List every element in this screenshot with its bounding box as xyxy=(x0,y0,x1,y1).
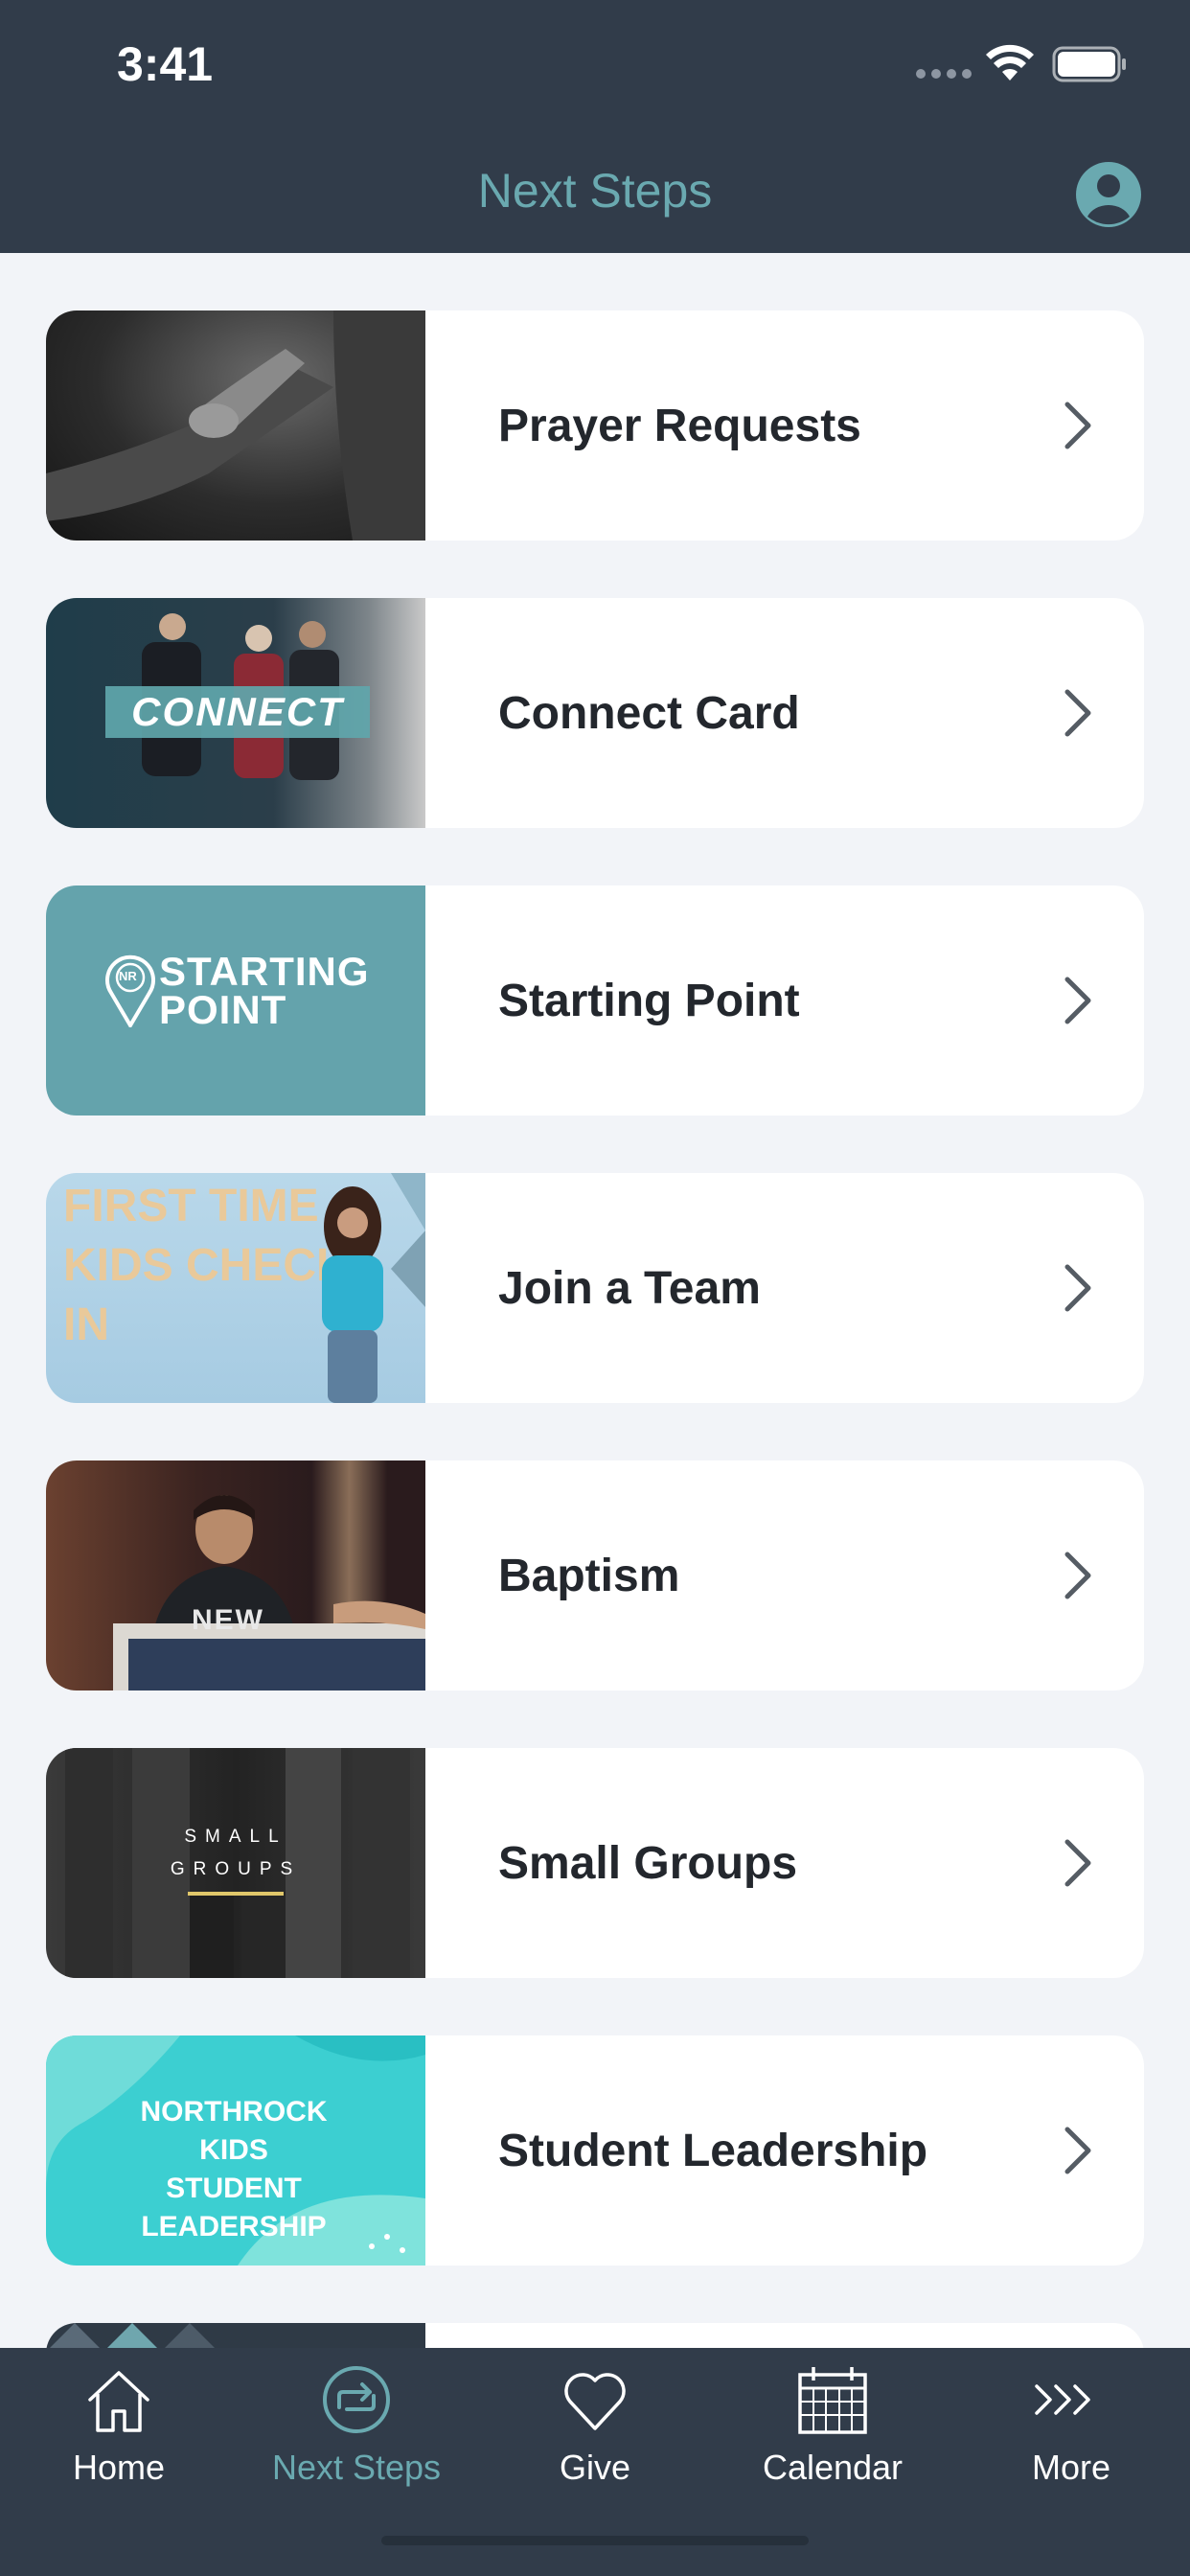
navigation-bar: Next Steps xyxy=(0,130,1190,253)
list-item-label: Connect Card xyxy=(498,687,800,739)
heart-icon xyxy=(564,2373,626,2430)
list-item-small-groups[interactable]: SMALL GROUPS Small Groups xyxy=(46,1748,1144,1978)
partial-item-thumbnail xyxy=(46,2323,425,2348)
list-item-join-a-team[interactable]: FIRST TIME KIDS CHECK-IN Join a Team xyxy=(46,1173,1144,1403)
list-item-partial[interactable] xyxy=(46,2323,1144,2348)
baptism-shirt-text: NEW xyxy=(192,1604,264,1636)
small-groups-thumbnail-text: SMALL GROUPS xyxy=(170,1827,302,1879)
list-item-label: Student Leadership xyxy=(498,2125,928,2176)
home-icon xyxy=(88,2371,149,2432)
tab-label: More xyxy=(1031,2448,1111,2487)
map-pin-logo-icon xyxy=(105,954,155,1027)
chevron-right-icon xyxy=(1064,402,1091,449)
tab-next-steps[interactable]: Next Steps xyxy=(238,2348,475,2520)
chevron-right-icon xyxy=(1064,2127,1091,2174)
tab-home[interactable]: Home xyxy=(0,2348,238,2520)
tab-more[interactable]: More xyxy=(952,2348,1190,2520)
list-item-student-leadership[interactable]: NORTHROCK KIDS STUDENT LEADERSHIP Studen… xyxy=(46,2036,1144,2266)
tab-give[interactable]: Give xyxy=(476,2348,714,2520)
starting-point-thumbnail: NR STARTING POINT xyxy=(46,886,425,1116)
chevron-right-icon xyxy=(1064,1552,1091,1599)
list-item-prayer-requests[interactable]: Prayer Requests xyxy=(46,310,1144,540)
tab-label: Home xyxy=(72,2448,166,2487)
chevron-right-icon xyxy=(1064,977,1091,1024)
wifi-icon xyxy=(986,44,1034,80)
tab-label: Next Steps xyxy=(271,2448,442,2487)
more-icon xyxy=(1035,2384,1090,2415)
list-item-baptism[interactable]: NEW Baptism xyxy=(46,1460,1144,1690)
student-leadership-thumbnail: NORTHROCK KIDS STUDENT LEADERSHIP xyxy=(46,2036,425,2266)
calendar-icon xyxy=(798,2367,867,2434)
chevron-right-icon xyxy=(1064,1264,1091,1312)
tab-calendar[interactable]: Calendar xyxy=(714,2348,951,2520)
list-item-connect-card[interactable]: CONNECT Connect Card xyxy=(46,598,1144,828)
list-item-label: Baptism xyxy=(498,1550,680,1601)
tab-label: Give xyxy=(559,2448,631,2487)
prayer-requests-thumbnail xyxy=(46,310,425,540)
list-item-label: Small Groups xyxy=(498,1837,798,1889)
chevron-right-icon xyxy=(1064,689,1091,737)
next-steps-icon xyxy=(323,2366,390,2433)
list-item-starting-point[interactable]: NR STARTING POINT Starting Point xyxy=(46,886,1144,1116)
next-steps-list: Prayer Requests CONNECT Connect Card NR … xyxy=(0,253,1190,2348)
list-item-label: Prayer Requests xyxy=(498,400,861,451)
status-bar: 3:41 xyxy=(0,0,1190,130)
starting-point-logo-text: NR xyxy=(119,969,137,983)
baptism-thumbnail: NEW xyxy=(46,1460,425,1690)
cellular-signal-icon xyxy=(916,69,972,79)
chevron-right-icon xyxy=(1064,1839,1091,1887)
connect-card-thumbnail: CONNECT xyxy=(46,598,425,828)
page-title: Next Steps xyxy=(477,164,713,218)
tab-label: Calendar xyxy=(762,2448,904,2487)
battery-icon xyxy=(1052,46,1126,82)
join-a-team-thumbnail: FIRST TIME KIDS CHECK-IN xyxy=(46,1173,425,1403)
status-time: 3:41 xyxy=(117,37,214,91)
list-item-label: Join a Team xyxy=(498,1262,761,1314)
connect-thumbnail-text: CONNECT xyxy=(131,689,344,734)
northrock-kids-thumbnail-text: NORTHROCK KIDS STUDENT LEADERSHIP xyxy=(140,2096,328,2242)
starting-point-thumbnail-text: STARTING POINT xyxy=(159,949,370,1032)
list-item-label: Starting Point xyxy=(498,975,800,1026)
home-indicator[interactable] xyxy=(381,2536,809,2545)
small-groups-thumbnail: SMALL GROUPS xyxy=(46,1748,425,1978)
profile-icon[interactable] xyxy=(1075,161,1142,228)
